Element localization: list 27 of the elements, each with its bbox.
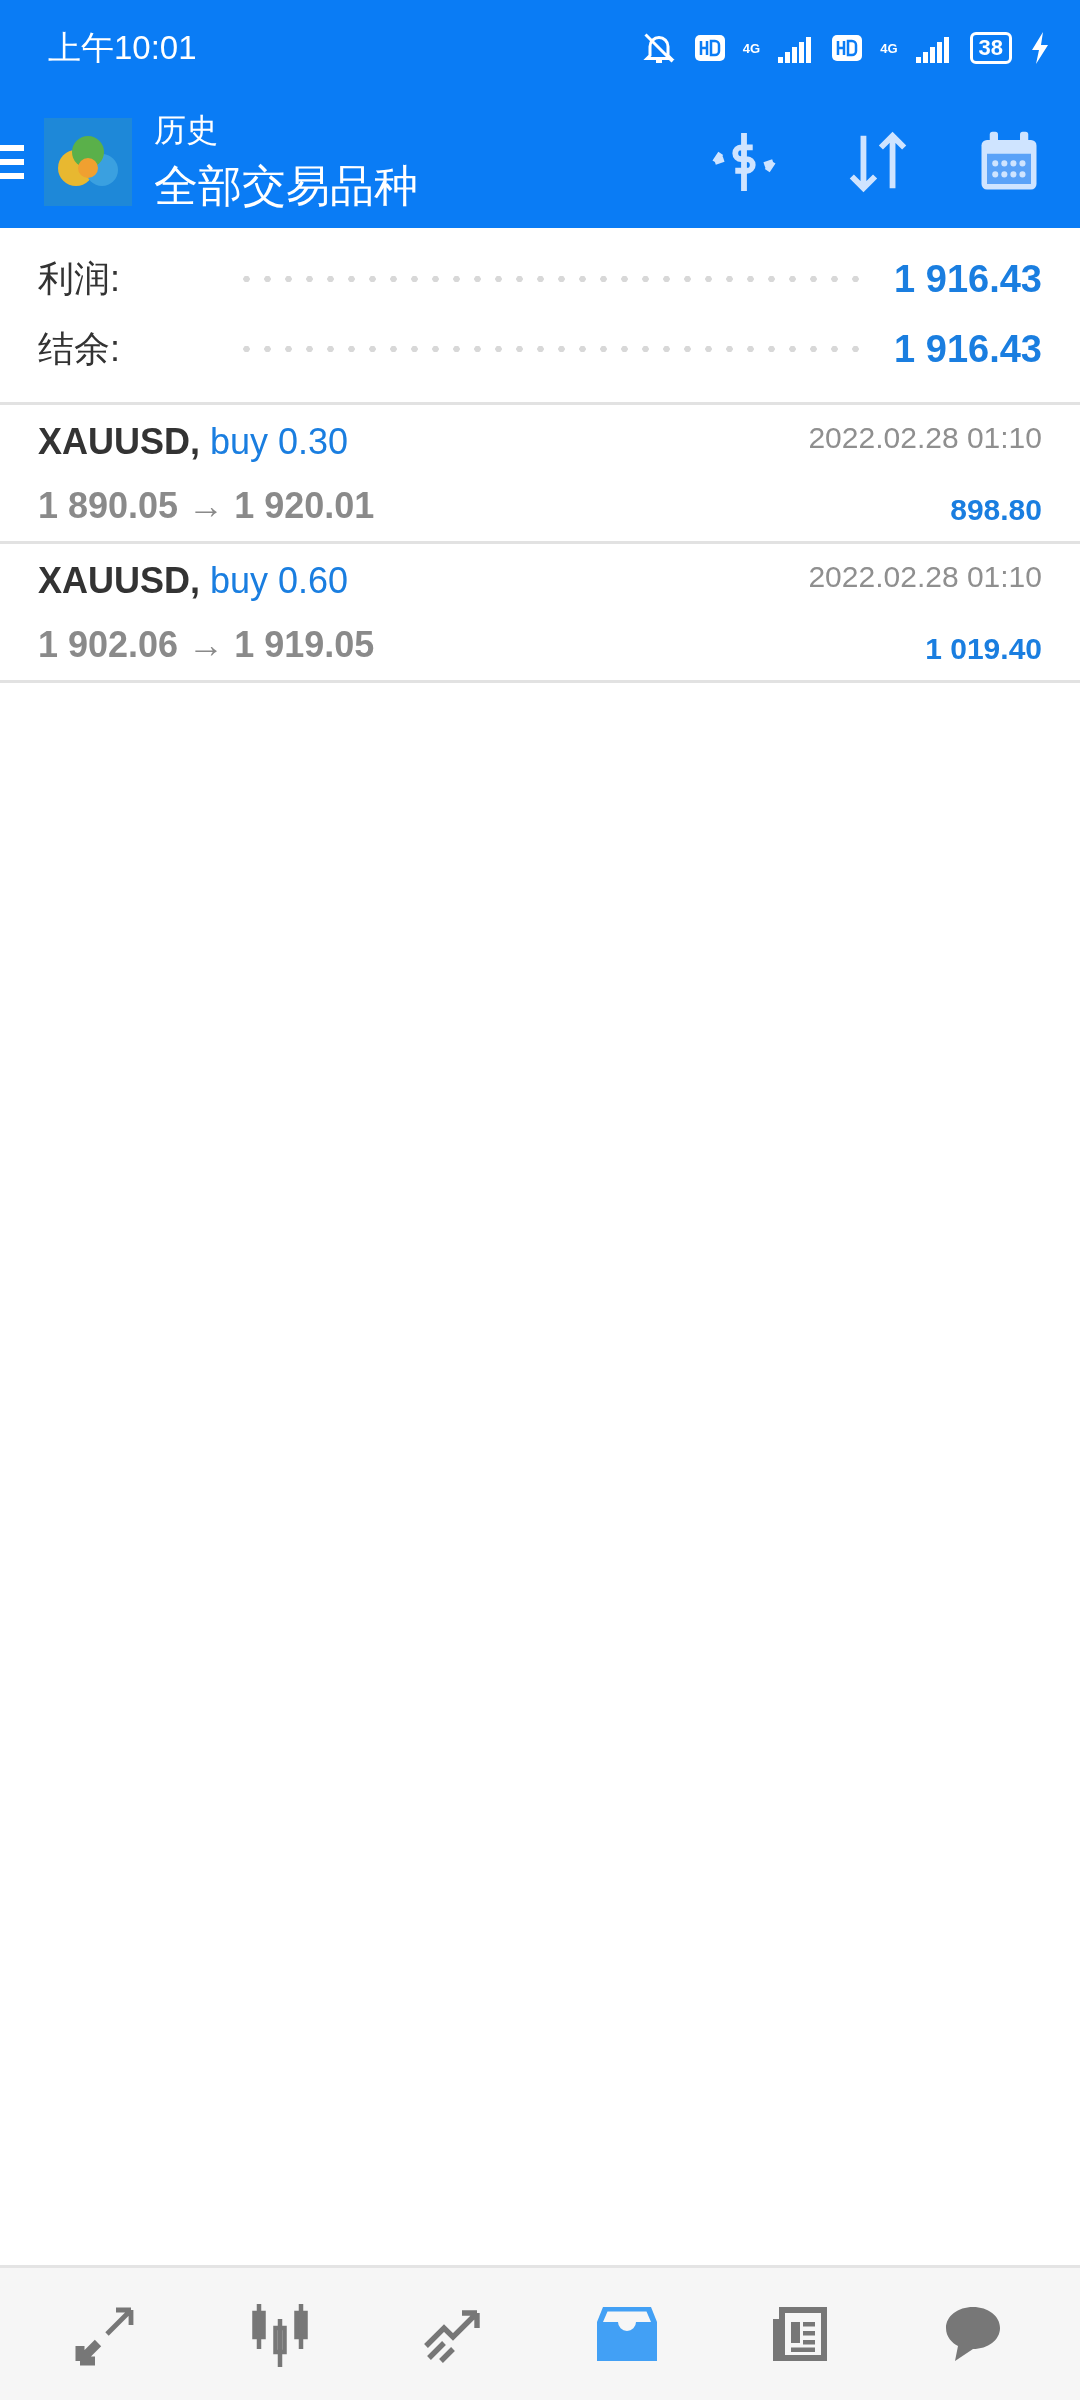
symbol-filter[interactable]: 全部交易品种 [154,156,708,216]
trade-profit: 1 019.40 [925,632,1042,666]
trade-prices: 1 902.06 → 1 919.05 [38,624,375,666]
charging-icon [1030,32,1050,64]
network-type: 4G [742,40,761,56]
trade-prices: 1 890.05 → 1 920.01 [38,485,375,527]
trade-profit: 898.80 [950,493,1042,527]
hd-icon [694,35,725,61]
trade-symbol: XAUUSD, [38,421,201,463]
trade-time: 2022.02.28 01:10 [808,560,1042,594]
trade-symbol: XAUUSD, [38,560,201,602]
status-time: 上午10:01 [48,27,197,68]
battery-level: 38 [969,32,1012,64]
trade-row[interactable]: XAUUSD, buy 0.30 1 890.05 → 1 920.01 2022.02.28 01:10 898.80 [0,405,1080,544]
summary-label: 结余: [38,326,121,371]
app-logo-icon [44,118,132,206]
summary-value: 1 916.43 [894,257,1042,301]
menu-icon[interactable] [0,142,24,182]
trade-time: 2022.02.28 01:10 [808,421,1042,455]
hd-icon [832,35,863,61]
trade-side: buy 0.30 [210,421,349,463]
summary-label: 利润: [38,256,121,301]
trade-side: buy 0.60 [210,560,349,602]
network-type: 4G [880,40,898,56]
screen-title: 历史 [154,110,219,150]
summary-value: 1 916.43 [894,327,1042,371]
trade-row[interactable]: XAUUSD, buy 0.60 1 902.06 → 1 919.05 2022.02.28 01:10 1 019.40 [0,544,1080,683]
